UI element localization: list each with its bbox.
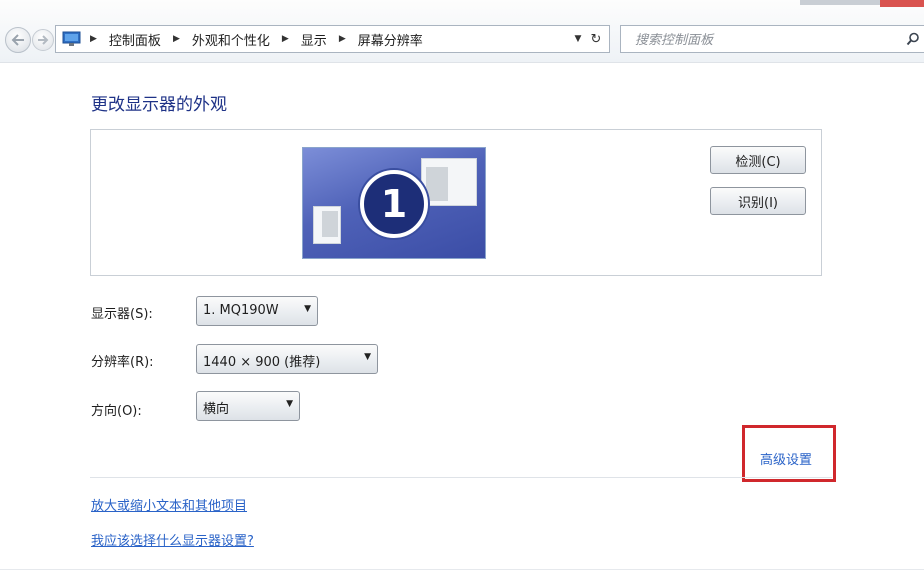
back-button[interactable] bbox=[5, 27, 31, 53]
window-caption-strip bbox=[800, 0, 880, 5]
search-box[interactable] bbox=[620, 25, 924, 53]
navigation-bar: ▶ 控制面板 ▶ 外观和个性化 ▶ 显示 ▶ 屏幕分辨率 ▼ ↻ bbox=[0, 0, 924, 63]
advanced-settings-link[interactable]: 高级设置 bbox=[760, 449, 812, 468]
monitor-preview-panel: 1 检测(C) 识别(I) bbox=[90, 129, 822, 276]
resolution-select-value: 1440 × 900 (推荐) bbox=[203, 355, 321, 370]
chevron-right-icon[interactable]: ▶ bbox=[90, 34, 97, 44]
chevron-right-icon[interactable]: ▶ bbox=[339, 34, 346, 44]
chevron-down-icon: ▼ bbox=[364, 352, 371, 362]
control-panel-icon bbox=[62, 31, 82, 47]
identify-button[interactable]: 识别(I) bbox=[710, 187, 806, 215]
chevron-right-icon[interactable]: ▶ bbox=[282, 34, 289, 44]
orientation-select-value: 横向 bbox=[203, 402, 230, 417]
address-bar[interactable]: ▶ 控制面板 ▶ 外观和个性化 ▶ 显示 ▶ 屏幕分辨率 ▼ bbox=[55, 25, 609, 53]
forward-arrow-icon bbox=[38, 35, 49, 45]
search-icon[interactable] bbox=[906, 32, 920, 46]
orientation-select[interactable]: 横向 ▼ bbox=[196, 391, 300, 421]
monitor-thumbnail[interactable]: 1 bbox=[302, 147, 486, 259]
breadcrumb-screen-resolution[interactable]: 屏幕分辨率 bbox=[358, 30, 423, 49]
chevron-down-icon: ▼ bbox=[304, 304, 311, 314]
chevron-down-icon: ▼ bbox=[286, 399, 293, 409]
preview-window bbox=[313, 206, 341, 244]
bottom-divider bbox=[0, 569, 924, 570]
search-input[interactable] bbox=[633, 30, 897, 50]
monitor-number-badge: 1 bbox=[360, 170, 428, 238]
forward-button[interactable] bbox=[32, 29, 54, 51]
resolution-label: 分辨率(R): bbox=[91, 355, 154, 370]
detect-button[interactable]: 检测(C) bbox=[710, 146, 806, 174]
display-help-link[interactable]: 我应该选择什么显示器设置? bbox=[91, 530, 254, 549]
resolution-select[interactable]: 1440 × 900 (推荐) ▼ bbox=[196, 344, 378, 374]
chevron-right-icon[interactable]: ▶ bbox=[173, 34, 180, 44]
page-title: 更改显示器的外观 bbox=[91, 95, 227, 115]
refresh-icon: ↻ bbox=[590, 31, 602, 47]
display-select[interactable]: 1. MQ190W ▼ bbox=[196, 296, 318, 326]
divider bbox=[90, 477, 832, 478]
display-select-value: 1. MQ190W bbox=[203, 303, 279, 318]
breadcrumb-display[interactable]: 显示 bbox=[301, 30, 327, 49]
refresh-button[interactable]: ↻ bbox=[583, 25, 610, 53]
orientation-label: 方向(O): bbox=[91, 404, 142, 419]
back-arrow-icon bbox=[11, 34, 24, 46]
close-button-edge[interactable] bbox=[880, 0, 924, 7]
preview-window bbox=[421, 158, 477, 206]
breadcrumb-appearance[interactable]: 外观和个性化 bbox=[192, 30, 270, 49]
display-label: 显示器(S): bbox=[91, 307, 153, 322]
breadcrumb-control-panel[interactable]: 控制面板 bbox=[109, 30, 161, 49]
text-size-link[interactable]: 放大或缩小文本和其他项目 bbox=[91, 495, 247, 514]
